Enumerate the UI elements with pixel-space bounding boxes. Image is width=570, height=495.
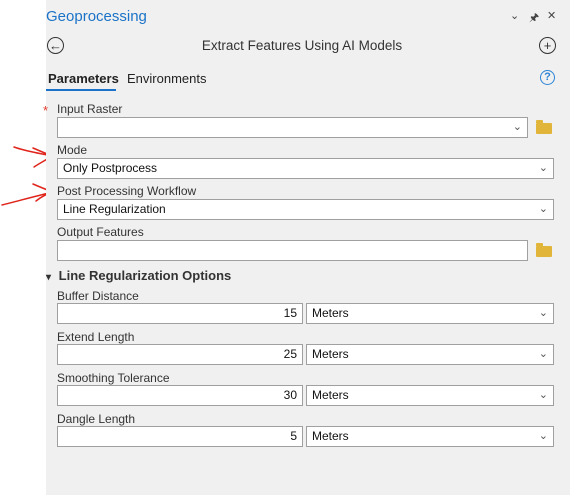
chevron-down-icon: ⌄: [538, 430, 548, 442]
buffer-distance-input[interactable]: 15: [57, 303, 303, 324]
pin-icon[interactable]: 🖈: [529, 9, 539, 28]
tool-title: Extract Features Using AI Models: [201, 38, 403, 53]
section-title: Line Regularization Options: [58, 268, 232, 283]
chevron-down-icon: ▾: [46, 272, 52, 283]
chevron-down-icon: ⌄: [538, 389, 548, 401]
output-features-input[interactable]: [57, 240, 528, 261]
chevron-down-icon: ⌄: [538, 307, 548, 319]
tab-parameters[interactable]: Parameters: [48, 71, 119, 86]
geoprocessing-pane: Geoprocessing ⌄ 🖈 ✕ ← Extract Features U…: [43, 0, 570, 495]
dangle-length-input[interactable]: 5: [57, 426, 303, 447]
buffer-distance-unit-dropdown[interactable]: Meters ⌄: [306, 303, 554, 324]
extend-length-input[interactable]: 25: [57, 344, 303, 365]
tab-environments[interactable]: Environments: [127, 71, 206, 86]
required-marker: *: [43, 103, 49, 118]
smoothing-tolerance-input[interactable]: 30: [57, 385, 303, 406]
smoothing-tolerance-label: Smoothing Tolerance: [57, 371, 170, 385]
active-tab-indicator: [46, 89, 116, 91]
browse-folder-icon[interactable]: [536, 120, 552, 134]
options-menu-icon[interactable]: ⌄: [510, 9, 519, 22]
unit-value: Meters: [312, 347, 349, 361]
chevron-down-icon: ⌄: [538, 348, 548, 360]
workflow-value: Line Regularization: [63, 202, 166, 216]
dangle-length-label: Dangle Length: [57, 412, 136, 426]
chevron-down-icon: ⌄: [538, 162, 548, 174]
workflow-dropdown[interactable]: Line Regularization ⌄: [57, 199, 554, 220]
help-icon[interactable]: ?: [540, 70, 555, 85]
extend-length-label: Extend Length: [57, 330, 135, 344]
input-raster-dropdown[interactable]: ⌄: [57, 117, 528, 138]
extend-length-unit-dropdown[interactable]: Meters ⌄: [306, 344, 554, 365]
output-features-label: Output Features: [57, 225, 144, 239]
dangle-length-unit-dropdown[interactable]: Meters ⌄: [306, 426, 554, 447]
smoothing-tolerance-unit-dropdown[interactable]: Meters ⌄: [306, 385, 554, 406]
buffer-distance-label: Buffer Distance: [57, 289, 139, 303]
mode-value: Only Postprocess: [63, 161, 158, 175]
add-icon[interactable]: +: [539, 37, 556, 54]
close-icon[interactable]: ✕: [547, 9, 556, 22]
browse-folder-icon[interactable]: [536, 243, 552, 257]
unit-value: Meters: [312, 388, 349, 402]
mode-dropdown[interactable]: Only Postprocess ⌄: [57, 158, 554, 179]
chevron-down-icon: ⌄: [512, 121, 522, 133]
unit-value: Meters: [312, 429, 349, 443]
mode-label: Mode: [57, 143, 88, 157]
unit-value: Meters: [312, 306, 349, 320]
pane-title: Geoprocessing: [46, 8, 147, 25]
input-raster-label: Input Raster: [57, 102, 123, 116]
line-regularization-section[interactable]: ▾ Line Regularization Options: [46, 268, 231, 283]
chevron-down-icon: ⌄: [538, 203, 548, 215]
workflow-label: Post Processing Workflow: [57, 184, 197, 198]
